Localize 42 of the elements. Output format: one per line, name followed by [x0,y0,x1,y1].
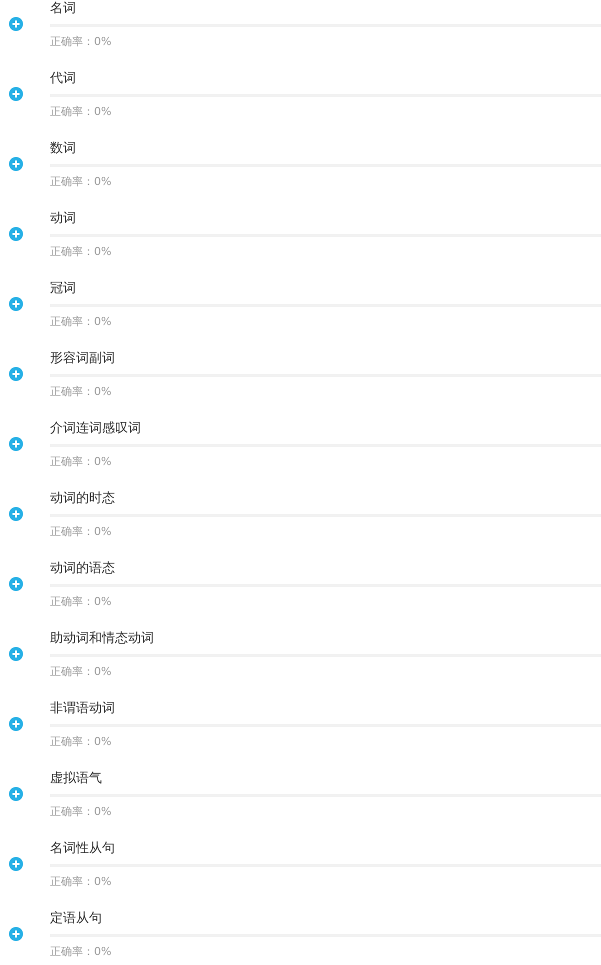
accuracy-text: 正确率：0% [50,875,112,889]
accuracy-text: 正确率：0% [50,105,112,119]
add-icon[interactable] [9,647,23,661]
accuracy-text: 正确率：0% [50,175,112,189]
add-icon[interactable] [9,927,23,941]
topic-title: 动词 [50,210,77,228]
topic-title: 助动词和情态动词 [50,630,155,648]
add-icon[interactable] [9,437,23,451]
topic-title: 定语从句 [50,910,103,928]
add-icon[interactable] [9,577,23,591]
topic-title: 名词性从句 [50,840,116,858]
add-icon[interactable] [9,507,23,521]
accuracy-text: 正确率：0% [50,735,112,749]
add-icon[interactable] [9,227,23,241]
topic-title: 数词 [50,140,77,158]
accuracy-text: 正确率：0% [50,315,112,329]
accuracy-text: 正确率：0% [50,35,112,49]
accuracy-text: 正确率：0% [50,665,112,679]
add-icon[interactable] [9,367,23,381]
accuracy-text: 正确率：0% [50,525,112,539]
topic-title: 冠词 [50,280,77,298]
accuracy-text: 正确率：0% [50,385,112,399]
topic-title: 虚拟语气 [50,770,103,788]
add-icon[interactable] [9,87,23,101]
add-icon[interactable] [9,157,23,171]
accuracy-text: 正确率：0% [50,595,112,609]
topic-title: 动词的语态 [50,560,116,578]
topic-title: 名词 [50,0,77,18]
add-icon[interactable] [9,717,23,731]
topic-title: 动词的时态 [50,490,116,508]
accuracy-text: 正确率：0% [50,945,112,959]
topic-title: 非谓语动词 [50,700,116,718]
topic-title: 形容词副词 [50,350,116,368]
accuracy-text: 正确率：0% [50,455,112,469]
add-icon[interactable] [9,787,23,801]
add-icon[interactable] [9,17,23,31]
accuracy-text: 正确率：0% [50,245,112,259]
accuracy-text: 正确率：0% [50,805,112,819]
add-icon[interactable] [9,857,23,871]
topic-title: 介词连词感叹词 [50,420,142,438]
add-icon[interactable] [9,297,23,311]
topic-title: 代词 [50,70,77,88]
